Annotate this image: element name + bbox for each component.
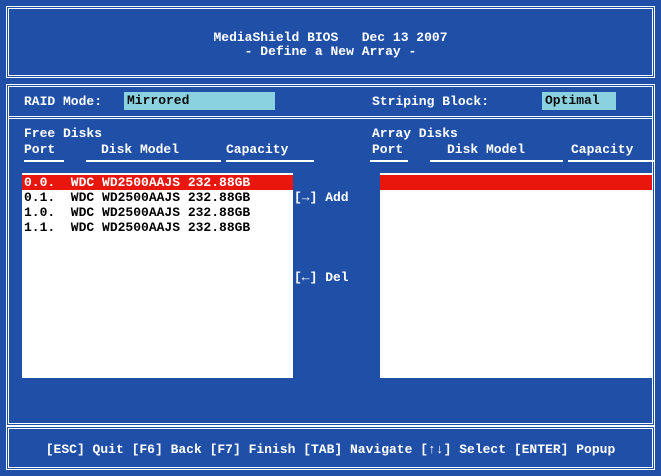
del-button[interactable]: [←] Del xyxy=(294,270,349,285)
underline xyxy=(24,160,64,162)
free-disks-list[interactable]: 0.0. WDC WD2500AAJS 232.88GB 0.1. WDC WD… xyxy=(22,173,293,378)
free-col-model: Disk Model xyxy=(101,142,180,157)
array-col-capacity: Capacity xyxy=(571,142,634,157)
add-button[interactable]: [→] Add xyxy=(294,190,349,205)
array-col-model: Disk Model xyxy=(447,142,526,157)
striping-block-field[interactable]: Optimal xyxy=(542,92,616,110)
raid-mode-field[interactable]: Mirrored xyxy=(124,92,275,110)
free-col-port: Port xyxy=(24,142,56,157)
underline xyxy=(430,160,563,162)
bios-screen: MediaShield BIOS Dec 13 2007 - Define a … xyxy=(0,0,661,476)
array-disks-list[interactable] xyxy=(380,173,652,378)
array-col-port: Port xyxy=(372,142,404,157)
list-item[interactable]: 0.1. WDC WD2500AAJS 232.88GB xyxy=(22,190,293,205)
list-item[interactable]: 0.0. WDC WD2500AAJS 232.88GB xyxy=(22,175,293,190)
free-col-capacity: Capacity xyxy=(226,142,289,157)
raid-mode-label: RAID Mode: xyxy=(24,94,103,109)
underline xyxy=(370,160,408,162)
page-subtitle: - Define a New Array - xyxy=(244,44,417,59)
bios-title: MediaShield BIOS Dec 13 2007 xyxy=(213,30,448,45)
divider xyxy=(9,116,652,119)
underline xyxy=(86,160,221,162)
list-item[interactable]: 1.0. WDC WD2500AAJS 232.88GB xyxy=(22,205,293,220)
underline xyxy=(226,160,314,162)
free-disks-heading: Free Disks xyxy=(24,126,103,141)
list-item[interactable]: 1.1. WDC WD2500AAJS 232.88GB xyxy=(22,220,293,235)
underline xyxy=(568,160,654,162)
array-disks-heading: Array Disks xyxy=(372,126,458,141)
striping-block-label: Striping Block: xyxy=(372,94,490,109)
list-item-cursor[interactable] xyxy=(380,175,652,190)
key-help-bar: [ESC] Quit [F6] Back [F7] Finish [TAB] N… xyxy=(45,442,616,457)
